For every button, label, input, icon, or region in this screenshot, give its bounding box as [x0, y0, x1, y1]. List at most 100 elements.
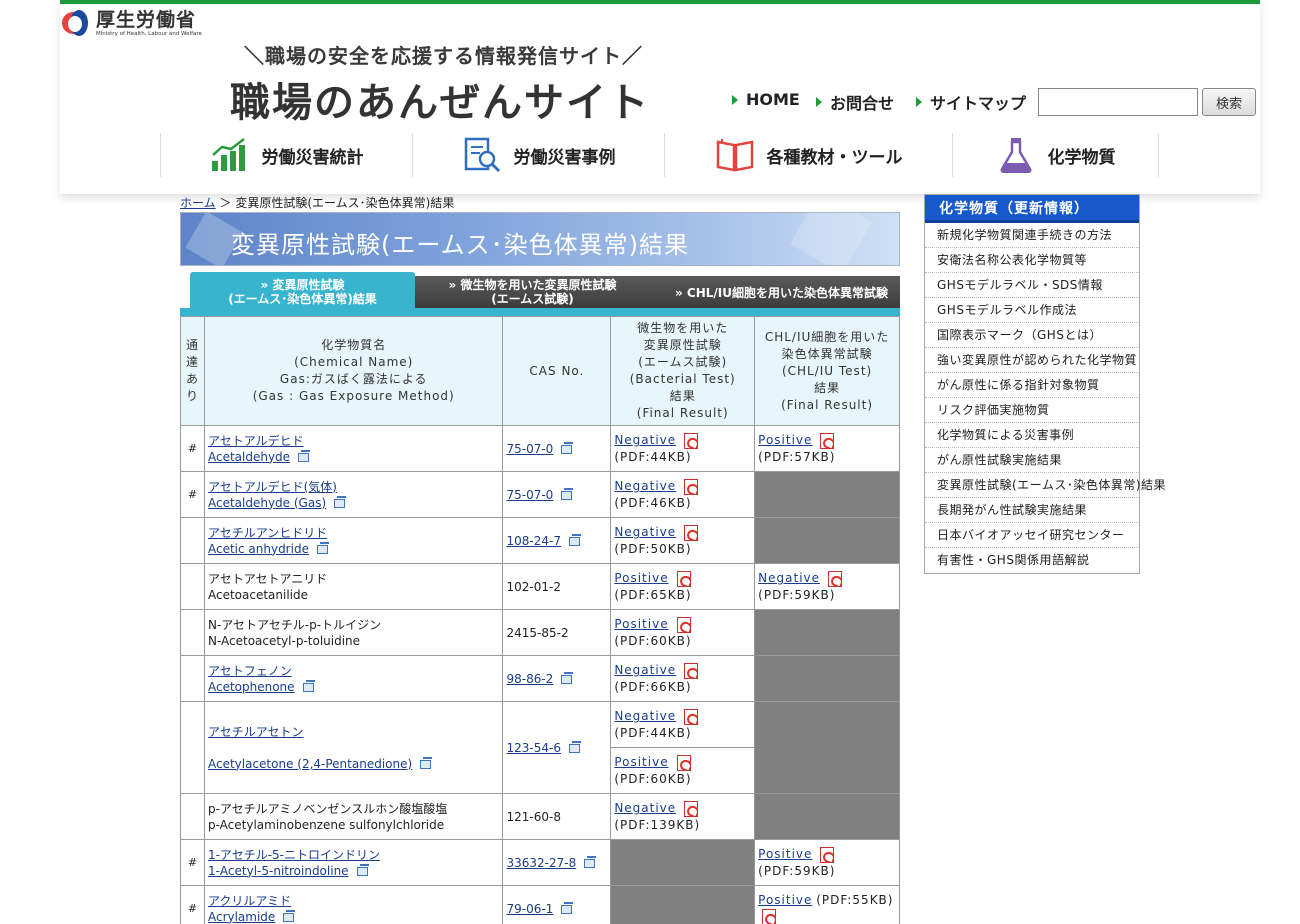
result-link[interactable]: Positive: [758, 847, 812, 861]
chemical-link[interactable]: Acetophenone: [208, 680, 295, 694]
sidebar-item[interactable]: がん原性に係る指針対象物質: [925, 373, 1139, 398]
chemical-link[interactable]: アクリルアミド: [208, 894, 291, 908]
pdf-icon[interactable]: [762, 908, 777, 924]
sidebar-item[interactable]: GHSモデルラベル・SDS情報: [925, 273, 1139, 298]
new-window-icon: [356, 863, 369, 876]
banner-decoration: [790, 213, 872, 265]
result-link[interactable]: Positive: [614, 571, 668, 585]
flask-icon: [1000, 138, 1031, 173]
table-row: N-アセトアセチル-p-トルイジン N-Acetoacetyl-p-toluidi…: [180, 609, 900, 656]
gnav-cases[interactable]: 労働災害事例: [413, 133, 665, 177]
new-window-icon: [283, 909, 296, 922]
cas-link[interactable]: 33632-27-8: [506, 856, 576, 870]
arrow-right-icon: [816, 97, 822, 107]
result-link[interactable]: Negative: [614, 525, 676, 539]
pdf-icon[interactable]: [684, 524, 699, 541]
pdf-icon[interactable]: [676, 570, 691, 587]
cas-link[interactable]: 98-86-2: [506, 672, 553, 686]
sidebar-item[interactable]: 長期発がん性試験実施結果: [925, 498, 1139, 523]
global-nav: 労働災害統計 労働災害事例 各種教材・ツール 化学物質: [160, 133, 1160, 177]
pdf-icon[interactable]: [676, 754, 691, 771]
chemical-name-cell: N-アセトアセチル-p-トルイジン N-Acetoacetyl-p-toluidi…: [203, 609, 504, 656]
gnav-chemicals[interactable]: 化学物質: [953, 133, 1159, 177]
header-cas-no: CAS No.: [502, 316, 612, 426]
new-window-icon: [568, 533, 581, 546]
nav-home[interactable]: HOME: [732, 90, 800, 109]
book-icon: [716, 139, 753, 172]
chemical-link[interactable]: アセチルアセトン: [208, 725, 304, 739]
empty-cell: [610, 839, 756, 886]
ministry-logo[interactable]: 厚生労働省 Ministry of Health, Labour and Wel…: [60, 8, 202, 40]
nav-sitemap[interactable]: サイトマップ: [916, 90, 1026, 114]
search-input[interactable]: [1038, 88, 1198, 116]
result-link[interactable]: Positive: [614, 617, 668, 631]
pdf-icon[interactable]: [820, 846, 835, 863]
pdf-icon[interactable]: [684, 478, 699, 495]
cas-link[interactable]: 123-54-6: [506, 741, 560, 755]
result-link[interactable]: Negative: [614, 801, 676, 815]
chemical-link[interactable]: Acetic anhydride: [208, 542, 309, 556]
chemical-name-cell: アクリルアミド Acrylamide: [203, 885, 504, 924]
search-button[interactable]: 検索: [1202, 88, 1256, 116]
site-logo[interactable]: 職場のあんぜんサイト: [230, 70, 650, 128]
cas-link[interactable]: 75-07-0: [506, 442, 553, 456]
gnav-materials[interactable]: 各種教材・ツール: [665, 133, 953, 177]
cas-number: 2415-85-2: [506, 625, 569, 640]
tab-chl-test[interactable]: » CHL/IU細胞を用いた染色体異常試験: [650, 276, 900, 308]
table-row: アセトアセトアニリド Acetoacetanilide 102-01-2 Posi…: [180, 563, 900, 610]
breadcrumb-home[interactable]: ホーム: [180, 196, 216, 210]
sidebar-item[interactable]: 新規化学物質関連手続きの方法: [925, 223, 1139, 248]
pdf-icon[interactable]: [820, 432, 835, 449]
sidebar-item[interactable]: 変異原性試験(エームス･染色体異常)結果: [925, 473, 1166, 498]
new-window-icon: [334, 495, 347, 508]
pdf-icon[interactable]: [684, 800, 699, 817]
chemical-link[interactable]: Acetaldehyde (Gas): [208, 496, 326, 510]
chemical-link[interactable]: アセトアルデヒド: [208, 434, 304, 448]
chemical-link[interactable]: 1-アセチル-5-ニトロインドリン: [208, 848, 380, 862]
result-link[interactable]: Negative: [614, 663, 676, 677]
result-link[interactable]: Positive: [758, 433, 812, 447]
pdf-icon[interactable]: [684, 708, 699, 725]
result-link[interactable]: Positive: [614, 755, 668, 769]
breadcrumb-current: 変異原性試験(エームス･染色体異常)結果: [235, 196, 455, 210]
result-link[interactable]: Negative: [614, 479, 676, 493]
ministry-emblem-icon: [60, 8, 92, 40]
empty-cell: [754, 701, 900, 794]
cas-link[interactable]: 75-07-0: [506, 488, 553, 502]
table-row: p-アセチルアミノベンゼンスルホン酸塩酸塩 p-Acetylaminobenzen…: [180, 793, 900, 840]
pdf-icon[interactable]: [676, 616, 691, 633]
chemical-link[interactable]: Acetaldehyde: [208, 450, 290, 464]
chemical-link[interactable]: アセトフェノン: [208, 664, 292, 678]
sidebar-item[interactable]: 日本バイオアッセイ研究センター: [925, 523, 1139, 548]
sidebar-item[interactable]: 化学物質による災害事例: [925, 423, 1139, 448]
pdf-icon[interactable]: [684, 432, 699, 449]
gnav-statistics[interactable]: 労働災害統計: [161, 133, 413, 177]
empty-cell: [610, 885, 756, 924]
sidebar-item[interactable]: 安衛法名称公表化学物質等: [925, 248, 1139, 273]
sidebar-item[interactable]: 国際表示マーク（GHSとは）: [925, 323, 1139, 348]
new-window-icon: [584, 855, 597, 868]
new-window-icon: [298, 449, 311, 462]
pdf-icon[interactable]: [684, 662, 699, 679]
tab-mutagenicity-results[interactable]: » 変異原性試験 (エームス･染色体異常)結果: [190, 272, 415, 312]
sidebar-item[interactable]: リスク評価実施物質: [925, 398, 1139, 423]
chemical-link[interactable]: Acrylamide: [208, 910, 275, 924]
result-link[interactable]: Positive: [758, 893, 812, 907]
chemical-link[interactable]: アセトアルデヒド(気体): [208, 480, 337, 494]
new-window-icon: [561, 671, 574, 684]
result-link[interactable]: Negative: [758, 571, 820, 585]
chemical-link[interactable]: アセチルアンヒドリド: [208, 526, 327, 540]
result-link[interactable]: Negative: [614, 709, 676, 723]
pdf-icon[interactable]: [828, 570, 843, 587]
chemical-link[interactable]: Acetylacetone (2,4-Pentanedione): [208, 757, 412, 771]
nav-contact[interactable]: お問合せ: [816, 90, 894, 114]
cas-link[interactable]: 108-24-7: [506, 534, 560, 548]
tab-bacterial-test[interactable]: » 微生物を用いた変異原性試験 (エームス試験): [415, 276, 650, 308]
sidebar-item[interactable]: がん原性試験実施結果: [925, 448, 1139, 473]
sidebar-item[interactable]: 有害性・GHS関係用語解説: [925, 548, 1139, 573]
sidebar-item[interactable]: 強い変異原性が認められた化学物質: [925, 348, 1139, 373]
chemical-link[interactable]: 1-Acetyl-5-nitroindoline: [208, 864, 349, 878]
sidebar-item[interactable]: GHSモデルラベル作成法: [925, 298, 1139, 323]
result-link[interactable]: Negative: [614, 433, 676, 447]
cas-link[interactable]: 79-06-1: [506, 902, 553, 916]
